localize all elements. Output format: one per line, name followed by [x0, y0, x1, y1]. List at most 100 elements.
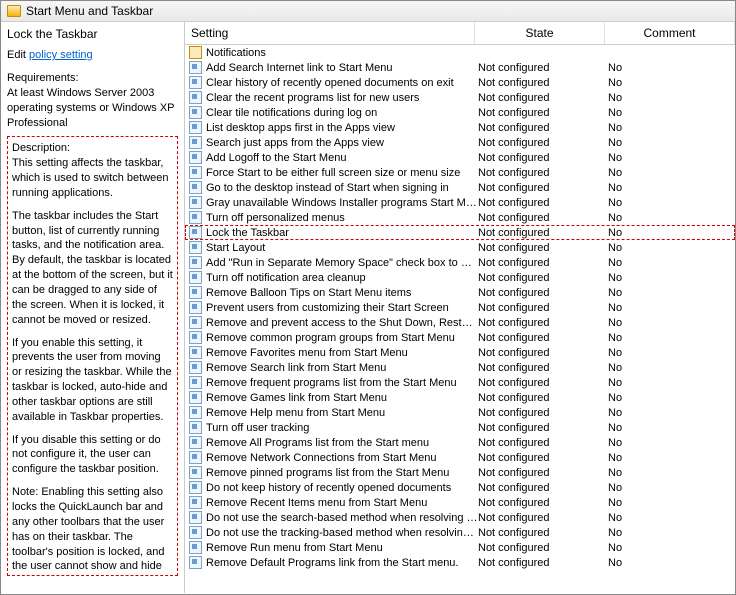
- setting-comment: No: [608, 452, 731, 464]
- setting-state: Not configured: [478, 332, 608, 344]
- setting-comment: No: [608, 527, 731, 539]
- policy-row[interactable]: Add "Run in Separate Memory Space" check…: [185, 255, 735, 270]
- policy-row[interactable]: Go to the desktop instead of Start when …: [185, 180, 735, 195]
- setting-comment: No: [608, 512, 731, 524]
- policy-row[interactable]: Remove Default Programs link from the St…: [185, 555, 735, 570]
- policy-row[interactable]: Remove Search link from Start MenuNot co…: [185, 360, 735, 375]
- setting-name: Gray unavailable Windows Installer progr…: [206, 197, 478, 209]
- col-state[interactable]: State: [475, 22, 605, 44]
- setting-comment: No: [608, 92, 731, 104]
- policy-row[interactable]: Remove All Programs list from the Start …: [185, 435, 735, 450]
- details-pane: Lock the Taskbar Edit policy setting Req…: [1, 22, 185, 593]
- setting-state: Not configured: [478, 497, 608, 509]
- setting-name: Start Layout: [206, 242, 478, 254]
- policy-row[interactable]: Gray unavailable Windows Installer progr…: [185, 195, 735, 210]
- edit-policy-link[interactable]: policy setting: [29, 49, 93, 61]
- policy-row[interactable]: Remove Recent Items menu from Start Menu…: [185, 495, 735, 510]
- policy-row[interactable]: Remove Network Connections from Start Me…: [185, 450, 735, 465]
- main: Lock the Taskbar Edit policy setting Req…: [1, 22, 735, 593]
- policy-icon: [189, 76, 202, 89]
- setting-comment: No: [608, 317, 731, 329]
- policy-row[interactable]: Remove common program groups from Start …: [185, 330, 735, 345]
- setting-comment: No: [608, 242, 731, 254]
- setting-name: Force Start to be either full screen siz…: [206, 167, 478, 179]
- policy-row[interactable]: Force Start to be either full screen siz…: [185, 165, 735, 180]
- policy-row[interactable]: Remove pinned programs list from the Sta…: [185, 465, 735, 480]
- setting-comment: No: [608, 467, 731, 479]
- setting-name: Remove frequent programs list from the S…: [206, 377, 478, 389]
- setting-comment: No: [608, 182, 731, 194]
- folder-icon: [189, 46, 202, 59]
- setting-name: Remove Recent Items menu from Start Menu: [206, 497, 478, 509]
- policy-icon: [189, 256, 202, 269]
- setting-state: Not configured: [478, 122, 608, 134]
- policy-row[interactable]: Prevent users from customizing their Sta…: [185, 300, 735, 315]
- setting-state: Not configured: [478, 437, 608, 449]
- policy-row-selected[interactable]: Lock the TaskbarNot configuredNo: [185, 225, 735, 240]
- policy-row[interactable]: Do not use the tracking-based method whe…: [185, 525, 735, 540]
- setting-name: Remove Help menu from Start Menu: [206, 407, 478, 419]
- policy-row[interactable]: Turn off notification area cleanupNot co…: [185, 270, 735, 285]
- policy-row[interactable]: Add Logoff to the Start MenuNot configur…: [185, 150, 735, 165]
- policy-icon: [189, 556, 202, 569]
- policy-row[interactable]: Turn off user trackingNot configuredNo: [185, 420, 735, 435]
- setting-name: Search just apps from the Apps view: [206, 137, 478, 149]
- policy-row[interactable]: Remove Run menu from Start MenuNot confi…: [185, 540, 735, 555]
- policy-icon: [189, 391, 202, 404]
- setting-state: Not configured: [478, 407, 608, 419]
- policy-row[interactable]: Clear the recent programs list for new u…: [185, 90, 735, 105]
- policy-row[interactable]: Clear tile notifications during log onNo…: [185, 105, 735, 120]
- setting-state: Not configured: [478, 152, 608, 164]
- policy-row[interactable]: Remove Games link from Start MenuNot con…: [185, 390, 735, 405]
- column-headers[interactable]: Setting State Comment: [185, 22, 735, 45]
- policy-icon: [189, 361, 202, 374]
- policy-icon: [189, 406, 202, 419]
- policy-icon: [189, 181, 202, 194]
- setting-name: Remove Search link from Start Menu: [206, 362, 478, 374]
- col-setting[interactable]: Setting: [185, 22, 475, 44]
- setting-state: Not configured: [478, 482, 608, 494]
- setting-name: Remove Network Connections from Start Me…: [206, 452, 478, 464]
- setting-name: Notifications: [206, 47, 478, 59]
- policy-icon: [189, 346, 202, 359]
- policy-icon: [189, 241, 202, 254]
- setting-state: Not configured: [478, 287, 608, 299]
- policy-row[interactable]: Remove Help menu from Start MenuNot conf…: [185, 405, 735, 420]
- policy-row[interactable]: Do not keep history of recently opened d…: [185, 480, 735, 495]
- policy-row[interactable]: Remove frequent programs list from the S…: [185, 375, 735, 390]
- setting-comment: No: [608, 62, 731, 74]
- setting-comment: No: [608, 197, 731, 209]
- policy-row[interactable]: Remove and prevent access to the Shut Do…: [185, 315, 735, 330]
- setting-comment: No: [608, 392, 731, 404]
- setting-comment: No: [608, 407, 731, 419]
- policy-icon: [189, 196, 202, 209]
- policy-row[interactable]: Turn off personalized menusNot configure…: [185, 210, 735, 225]
- policy-row[interactable]: Search just apps from the Apps viewNot c…: [185, 135, 735, 150]
- policy-heading: Lock the Taskbar: [7, 26, 178, 42]
- policy-row[interactable]: Add Search Internet link to Start MenuNo…: [185, 60, 735, 75]
- setting-comment: No: [608, 212, 731, 224]
- setting-name: Turn off notification area cleanup: [206, 272, 478, 284]
- policy-row[interactable]: Clear history of recently opened documen…: [185, 75, 735, 90]
- setting-state: Not configured: [478, 452, 608, 464]
- policy-row[interactable]: Start LayoutNot configuredNo: [185, 240, 735, 255]
- policy-row[interactable]: Do not use the search-based method when …: [185, 510, 735, 525]
- setting-state: Not configured: [478, 212, 608, 224]
- setting-state: Not configured: [478, 257, 608, 269]
- policy-folder-row[interactable]: Notifications: [185, 45, 735, 60]
- policy-row[interactable]: Remove Balloon Tips on Start Menu itemsN…: [185, 285, 735, 300]
- setting-comment: No: [608, 287, 731, 299]
- col-comment[interactable]: Comment: [605, 22, 735, 44]
- setting-state: Not configured: [478, 107, 608, 119]
- policy-icon: [189, 301, 202, 314]
- setting-name: Prevent users from customizing their Sta…: [206, 302, 478, 314]
- policy-row[interactable]: Remove Favorites menu from Start MenuNot…: [185, 345, 735, 360]
- setting-name: Clear tile notifications during log on: [206, 107, 478, 119]
- titlebar: Start Menu and Taskbar: [1, 1, 735, 22]
- setting-name: Do not keep history of recently opened d…: [206, 482, 478, 494]
- setting-name: Remove Run menu from Start Menu: [206, 542, 478, 554]
- setting-comment: No: [608, 257, 731, 269]
- setting-comment: No: [608, 437, 731, 449]
- policy-row[interactable]: List desktop apps first in the Apps view…: [185, 120, 735, 135]
- policy-rows: NotificationsAdd Search Internet link to…: [185, 45, 735, 593]
